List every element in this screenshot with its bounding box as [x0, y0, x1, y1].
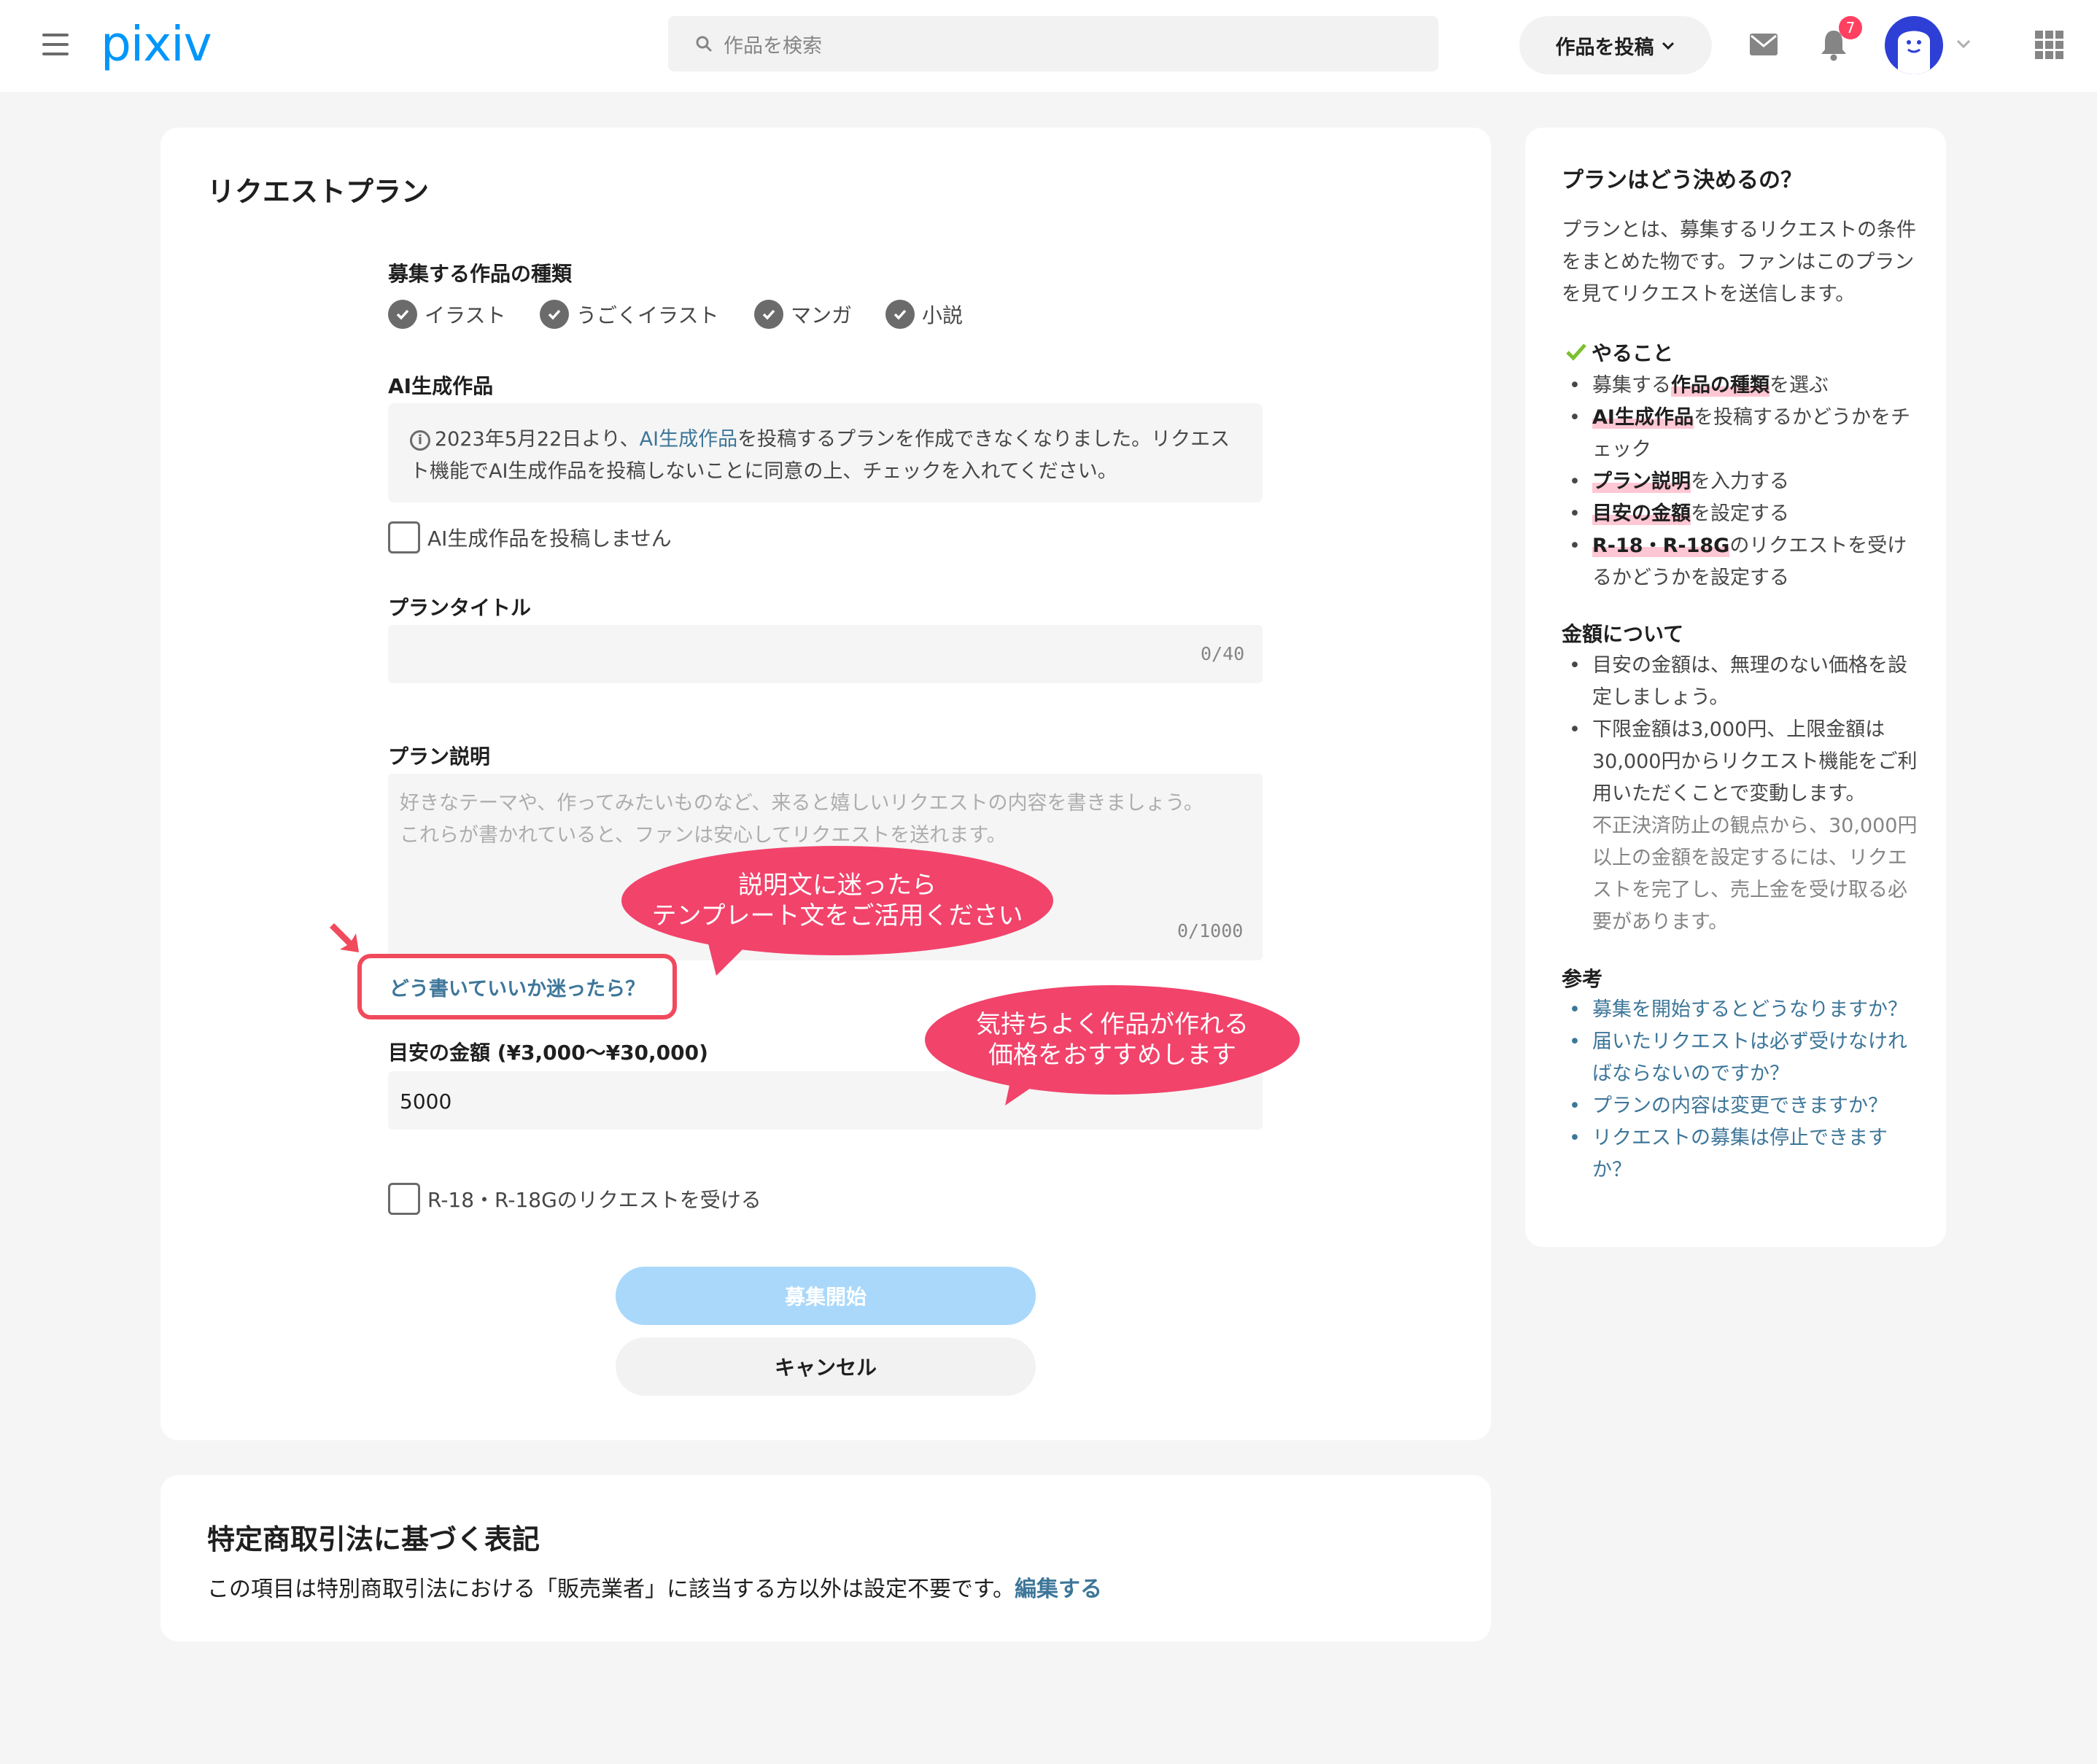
info-icon: i: [410, 430, 430, 451]
ai-agree-checkbox-row[interactable]: AI生成作品を投稿しません: [388, 521, 672, 553]
work-type-novel[interactable]: 小説: [885, 300, 963, 329]
mail-icon[interactable]: [1749, 32, 1778, 57]
r18-checkbox-row[interactable]: R-18・R-18Gのリクエストを受ける: [388, 1183, 761, 1215]
price-label: 目安の金額 (¥3,000〜¥30,000): [388, 1041, 708, 1065]
price-note: 不正決済防止の観点から、30,000円以上の金額を設定するには、リクエストを完了…: [1592, 815, 1918, 933]
price-info-item: 下限金額は3,000円、上限金額は30,000円からリクエスト機能をご利用いただ…: [1562, 714, 1919, 810]
page-title: リクエストプラン: [207, 176, 430, 208]
legal-text: この項目は特別商取引法における「販売業者」に該当する方以外は設定不要です。: [207, 1577, 1015, 1602]
bubble1-line2: テンプレート文をご活用ください: [651, 901, 1023, 930]
work-type-label: マンガ: [791, 303, 853, 327]
work-type-label: 小説: [922, 303, 964, 327]
ai-agree-checkbox[interactable]: [388, 521, 420, 553]
apps-grid-icon[interactable]: [2035, 31, 2064, 60]
cancel-button[interactable]: キャンセル: [616, 1337, 1036, 1396]
work-types-group: イラスト うごくイラスト マンガ 小説: [388, 300, 963, 329]
work-types-label: 募集する作品の種類: [388, 262, 573, 286]
check-circle-icon: [540, 300, 569, 329]
todo-heading: やること: [1592, 341, 1674, 365]
check-circle-icon: [754, 300, 783, 329]
post-work-button[interactable]: 作品を投稿: [1519, 16, 1712, 74]
post-work-label: 作品を投稿: [1555, 36, 1654, 59]
work-type-label: うごくイラスト: [576, 303, 719, 327]
plan-description-counter: 0/1000: [1177, 920, 1244, 941]
notification-count-badge: 7: [1839, 16, 1862, 39]
search-icon: [696, 36, 712, 52]
reference-link[interactable]: プランの内容は変更できますか？: [1562, 1090, 1912, 1122]
plan-description-label: プラン説明: [388, 745, 491, 769]
r18-label: R-18・R-18Gのリクエストを受ける: [427, 1188, 761, 1212]
chevron-down-icon: [1662, 42, 1674, 50]
top-header: pixiv 作品を検索 作品を投稿 7: [0, 0, 2097, 92]
search-input[interactable]: 作品を検索: [668, 16, 1438, 71]
ai-notice-box: i 2023年5月22日より、AI生成作品を投稿するプランを作成できなくなりました…: [388, 403, 1263, 502]
plan-title-counter: 0/40: [1201, 643, 1245, 664]
bubble2-line2: 価格をおすすめします: [988, 1041, 1236, 1070]
todo-item: 目安の金額を設定する: [1562, 498, 1919, 530]
price-info-list: 目安の金額は、無理のない価格を設定しましょう。 下限金額は3,000円、上限金額…: [1562, 650, 1919, 810]
work-type-illust[interactable]: イラスト: [388, 300, 540, 329]
account-chevron-down-icon[interactable]: [1955, 36, 1972, 51]
plan-title-label: プランタイトル: [388, 596, 532, 620]
howto-template-link[interactable]: どう書いていいか迷ったら？: [357, 954, 677, 1019]
plan-description-placeholder-line2: これらが書かれていると、ファンは安心してリクエストを送れます。: [400, 824, 1007, 847]
price-heading: 金額について: [1562, 622, 1684, 646]
work-type-label: イラスト: [425, 303, 506, 327]
price-value: 5000: [400, 1089, 452, 1114]
bubble2-line1: 気持ちよく作品が作れる: [976, 1010, 1249, 1039]
todo-item: プラン説明を入力する: [1562, 466, 1919, 498]
todo-list: 募集する作品の種類を選ぶ AI生成作品を投稿するかどうかをチェック プラン説明を…: [1562, 370, 1919, 594]
red-arrow-icon: [330, 923, 359, 952]
todo-heading-row: やること: [1565, 338, 1673, 367]
legal-text-row: この項目は特別商取引法における「販売業者」に該当する方以外は設定不要です。編集す…: [207, 1571, 1102, 1603]
legal-notice-card: [160, 1475, 1491, 1641]
legal-edit-link[interactable]: 編集する: [1015, 1577, 1102, 1602]
side-intro: プランとは、募集するリクエストの条件をまとめた物です。ファンはこのプランを見てリ…: [1562, 219, 1916, 306]
green-check-icon: [1566, 343, 1586, 361]
pixiv-logo[interactable]: pixiv: [101, 16, 212, 72]
work-type-ugoira[interactable]: うごくイラスト: [540, 300, 754, 329]
reference-link[interactable]: 届いたリクエストは必ず受けなければならないのですか？: [1562, 1026, 1912, 1090]
reference-heading: 参考: [1562, 967, 1603, 991]
ai-notice-prefix: 2023年5月22日より、: [435, 428, 640, 451]
start-recruiting-button[interactable]: 募集開始: [616, 1267, 1036, 1325]
todo-item: AI生成作品を投稿するかどうかをチェック: [1562, 402, 1919, 466]
search-placeholder: 作品を検索: [724, 34, 822, 58]
ai-agree-label: AI生成作品を投稿しません: [427, 527, 672, 551]
reference-link[interactable]: リクエストの募集は停止できますか？: [1562, 1122, 1912, 1186]
hamburger-menu-icon[interactable]: [42, 34, 69, 55]
work-type-manga[interactable]: マンガ: [754, 300, 885, 329]
price-hint-bubble: 気持ちよく作品が作れる 価格をおすすめします: [925, 985, 1300, 1095]
ai-works-label: AI生成作品: [388, 374, 494, 398]
side-title: プランはどう決めるの？: [1562, 168, 1802, 193]
check-circle-icon: [885, 300, 915, 329]
bubble1-line1: 説明文に迷ったら: [738, 871, 937, 900]
plan-title-input[interactable]: [388, 625, 1263, 683]
template-hint-bubble: 説明文に迷ったら テンプレート文をご活用ください: [621, 846, 1053, 955]
reference-links: 募集を開始するとどうなりますか？ 届いたリクエストは必ず受けなければならないので…: [1562, 994, 1912, 1186]
ai-works-link[interactable]: AI生成作品: [640, 428, 737, 451]
r18-checkbox[interactable]: [388, 1183, 420, 1215]
reference-link[interactable]: 募集を開始するとどうなりますか？: [1562, 994, 1912, 1026]
price-info-item: 目安の金額は、無理のない価格を設定しましょう。: [1562, 650, 1919, 714]
avatar-character-icon: [1898, 31, 1930, 74]
legal-title: 特定商取引法に基づく表記: [207, 1523, 540, 1555]
todo-item: 募集する作品の種類を選ぶ: [1562, 370, 1919, 402]
plan-description-placeholder-line1: 好きなテーマや、作ってみたいものなど、来ると嬉しいリクエストの内容を書きましょう…: [400, 792, 1203, 815]
todo-item: R-18・R-18Gのリクエストを受けるかどうかを設定する: [1562, 530, 1919, 594]
check-circle-icon: [388, 300, 417, 329]
user-avatar[interactable]: [1885, 16, 1943, 74]
